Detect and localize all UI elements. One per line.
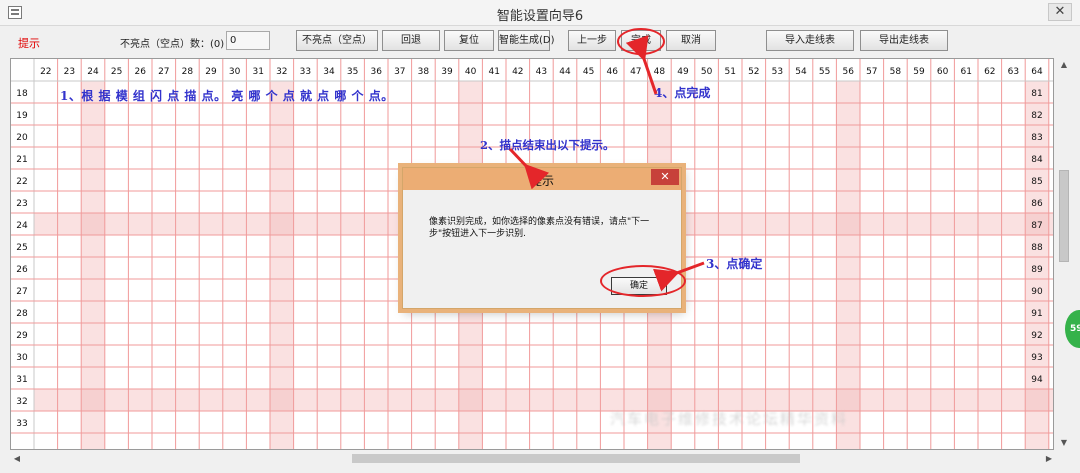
wizard-window: 智能设置向导6 ✕ 提示 不亮点（空点）数：(0) 0 不亮点（空点） 回退 复… <box>0 0 1080 473</box>
arrow-to-ok <box>652 261 705 292</box>
arrow-to-finish <box>625 35 658 95</box>
annotation-arrows <box>508 35 705 292</box>
arrow-to-dialog <box>508 147 550 190</box>
